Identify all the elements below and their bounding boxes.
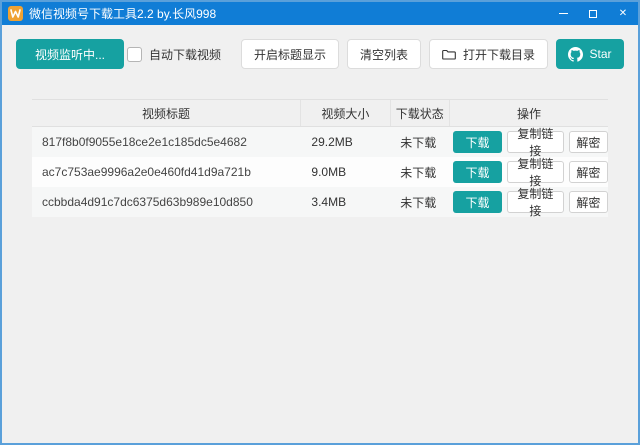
open-download-dir-button[interactable]: 打开下载目录 [429, 39, 548, 69]
star-button[interactable]: Star [556, 39, 624, 69]
decrypt-button[interactable]: 解密 [569, 131, 608, 153]
listen-status-button[interactable]: 视频监听中... [16, 39, 124, 69]
table-row: ac7c753ae9996a2e0e460fd41d9a721b 9.0MB 未… [32, 157, 608, 187]
header-video-size: 视频大小 [300, 100, 389, 126]
window-title: 微信视频号下载工具2.2 by.长风998 [29, 5, 216, 22]
decrypt-button[interactable]: 解密 [569, 161, 608, 183]
operation-cell: 下载 复制链接 解密 [448, 187, 608, 217]
download-status-cell: 未下载 [389, 127, 448, 157]
github-icon [568, 47, 583, 62]
video-size-cell: 29.2MB [299, 127, 388, 157]
download-button[interactable]: 下载 [453, 131, 502, 153]
download-status-cell: 未下载 [389, 157, 448, 187]
video-size-cell: 9.0MB [299, 157, 388, 187]
app-window: 微信视频号下载工具2.2 by.长风998 ✕ 视频监听中... 自动下载视频 … [0, 0, 640, 445]
titlebar: 微信视频号下载工具2.2 by.长风998 ✕ [2, 2, 638, 25]
download-button[interactable]: 下载 [453, 191, 502, 213]
star-label: Star [589, 47, 611, 61]
copy-link-button[interactable]: 复制链接 [507, 161, 564, 183]
video-title-cell: 817f8b0f9055e18ce2e1c185dc5e4682 [32, 127, 299, 157]
minimize-icon [559, 13, 568, 14]
operation-cell: 下载 复制链接 解密 [448, 157, 608, 187]
table-row: ccbbda4d91c7dc6375d63b989e10d850 3.4MB 未… [32, 187, 608, 217]
download-status-cell: 未下载 [389, 187, 448, 217]
app-icon [8, 6, 23, 21]
table-body: 817f8b0f9055e18ce2e1c185dc5e4682 29.2MB … [32, 127, 608, 217]
table-header-row: 视频标题 视频大小 下载状态 操作 [32, 99, 608, 127]
folder-icon [442, 48, 456, 60]
auto-download-checkbox[interactable] [127, 47, 142, 62]
operation-cell: 下载 复制链接 解密 [448, 127, 608, 157]
copy-link-button[interactable]: 复制链接 [507, 131, 564, 153]
copy-link-button[interactable]: 复制链接 [507, 191, 564, 213]
header-operation: 操作 [449, 100, 608, 126]
open-download-dir-label: 打开下载目录 [463, 46, 535, 63]
maximize-button[interactable] [578, 2, 608, 25]
decrypt-button[interactable]: 解密 [569, 191, 608, 213]
maximize-icon [589, 10, 597, 18]
header-video-title: 视频标题 [32, 100, 300, 126]
video-table: 视频标题 视频大小 下载状态 操作 817f8b0f9055e18ce2e1c1… [32, 99, 608, 217]
toolbar: 视频监听中... 自动下载视频 开启标题显示 清空列表 打开下载目录 Star [16, 39, 624, 69]
video-title-cell: ac7c753ae9996a2e0e460fd41d9a721b [32, 157, 299, 187]
auto-download-checkbox-group[interactable]: 自动下载视频 [127, 46, 221, 63]
close-button[interactable]: ✕ [608, 2, 638, 25]
minimize-button[interactable] [548, 2, 578, 25]
clear-list-button[interactable]: 清空列表 [347, 39, 421, 69]
window-controls: ✕ [548, 2, 638, 25]
download-button[interactable]: 下载 [453, 161, 502, 183]
video-size-cell: 3.4MB [299, 187, 388, 217]
video-title-cell: ccbbda4d91c7dc6375d63b989e10d850 [32, 187, 299, 217]
header-download-status: 下载状态 [390, 100, 450, 126]
toggle-title-display-button[interactable]: 开启标题显示 [241, 39, 339, 69]
auto-download-label: 自动下载视频 [149, 46, 221, 63]
table-row: 817f8b0f9055e18ce2e1c185dc5e4682 29.2MB … [32, 127, 608, 157]
